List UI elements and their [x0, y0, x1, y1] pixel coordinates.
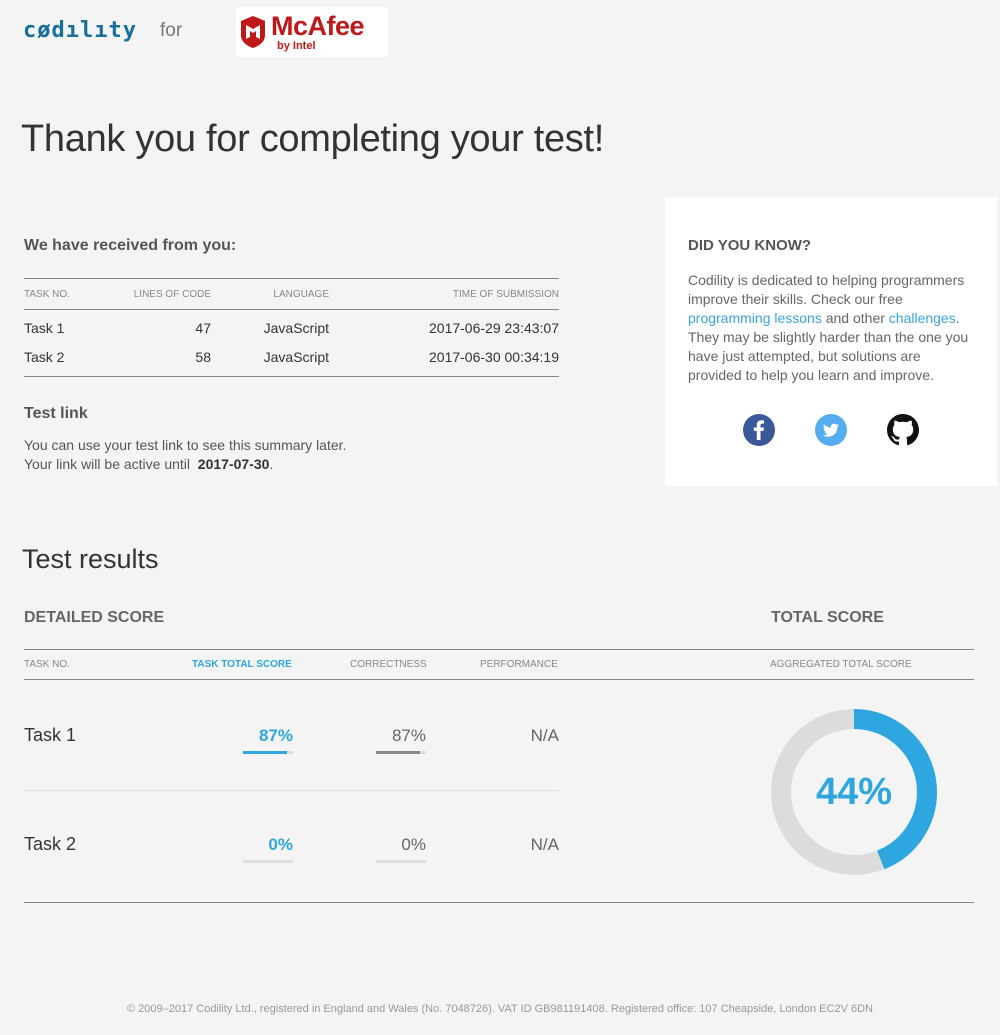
- did-you-know-text: Codility is dedicated to helping program…: [688, 271, 974, 385]
- total-score-title: TOTAL SCORE: [771, 609, 884, 626]
- lines-cell: 47: [195, 319, 211, 336]
- col-language: LANGUAGE: [273, 288, 329, 300]
- task-total-score: 87%: [243, 726, 293, 754]
- correctness-score: 87%: [376, 726, 426, 754]
- score-bar: [376, 860, 426, 863]
- score-bar-fill: [243, 751, 287, 754]
- score-value: 87%: [258, 726, 293, 745]
- twitter-icon[interactable]: [815, 414, 847, 446]
- for-label: for: [160, 20, 183, 41]
- aggregated-score-value: 44%: [815, 770, 893, 813]
- divider: [24, 902, 974, 903]
- language-cell: JavaScript: [263, 319, 329, 336]
- col-aggregated-score: AGGREGATED TOTAL SCORE: [770, 659, 912, 670]
- time-cell: 2017-06-30 00:34:19: [429, 348, 559, 365]
- col-task-no: TASK NO.: [24, 288, 70, 300]
- table-row: Task 1 47 JavaScript 2017-06-29 23:43:07: [24, 313, 559, 342]
- score-value: 0%: [268, 835, 293, 854]
- score-bar: [243, 751, 293, 754]
- table-row: Task 2 58 JavaScript 2017-06-30 00:34:19: [24, 342, 559, 371]
- score-value: 87%: [391, 726, 426, 745]
- score-bar: [376, 751, 426, 754]
- col-lines: LINES OF CODE: [133, 288, 211, 300]
- divider: [24, 649, 974, 650]
- facebook-icon[interactable]: [743, 414, 775, 446]
- did-you-know-title: DID YOU KNOW?: [688, 237, 812, 254]
- codility-logo: cødılıty: [23, 18, 137, 43]
- task-cell: Task 1: [24, 319, 65, 336]
- correctness-score: 0%: [376, 835, 426, 863]
- programming-lessons-link[interactable]: programming lessons: [688, 310, 822, 326]
- page-title: Thank you for completing your test!: [21, 118, 605, 160]
- task-total-score: 0%: [243, 835, 293, 863]
- received-heading: We have received from you:: [24, 237, 237, 254]
- col-performance: PERFORMANCE: [480, 659, 558, 670]
- language-cell: JavaScript: [263, 348, 329, 365]
- footer: © 2009–2017 Codility Ltd., registered in…: [127, 1003, 873, 1015]
- test-link-title: Test link: [24, 405, 88, 422]
- test-link-line2: Your link will be active until 2017-07-3…: [24, 456, 273, 472]
- col-correctness: CORRECTNESS: [350, 659, 427, 670]
- github-icon[interactable]: [887, 414, 919, 446]
- lines-cell: 58: [195, 348, 211, 365]
- mcafee-shield-icon: [241, 16, 265, 48]
- score-value: 0%: [401, 835, 426, 854]
- performance-score: N/A: [530, 835, 559, 854]
- partner-brand: McAfee: [271, 11, 365, 41]
- task-name: Task 1: [24, 725, 77, 745]
- col-task-no: TASK NO.: [24, 659, 70, 670]
- score-bar-fill: [376, 751, 420, 754]
- col-task-total-score[interactable]: TASK TOTAL SCORE: [192, 659, 292, 670]
- test-link-suffix: .: [269, 456, 274, 472]
- partner-sub: by Intel: [277, 40, 316, 52]
- performance-score: N/A: [530, 726, 559, 745]
- partner-logo: McAfee by Intel: [236, 7, 388, 57]
- active-until-date: 2017-07-30: [197, 456, 270, 472]
- submission-table: TASK NO. LINES OF CODE LANGUAGE TIME OF …: [24, 278, 559, 377]
- dyk-text-part: Codility is dedicated to helping program…: [688, 272, 965, 307]
- col-time: TIME OF SUBMISSION: [452, 288, 559, 300]
- task-cell: Task 2: [24, 348, 65, 365]
- time-cell: 2017-06-29 23:43:07: [429, 319, 559, 336]
- results-title: Test results: [22, 544, 159, 574]
- divider: [24, 790, 559, 791]
- task-name: Task 2: [24, 834, 77, 854]
- detailed-score-title: DETAILED SCORE: [24, 609, 165, 626]
- test-link-line1: You can use your test link to see this s…: [24, 437, 347, 453]
- did-you-know-panel: DID YOU KNOW? Codility is dedicated to h…: [665, 197, 997, 486]
- divider: [24, 679, 974, 680]
- submission-table-header: TASK NO. LINES OF CODE LANGUAGE TIME OF …: [24, 279, 559, 309]
- challenges-link[interactable]: challenges: [889, 310, 956, 326]
- score-bar: [243, 860, 293, 863]
- test-link-prefix: Your link will be active until: [24, 456, 191, 472]
- dyk-text-part: and other: [821, 310, 889, 326]
- aggregated-score-donut: 44%: [771, 709, 937, 875]
- social-links: [688, 414, 974, 446]
